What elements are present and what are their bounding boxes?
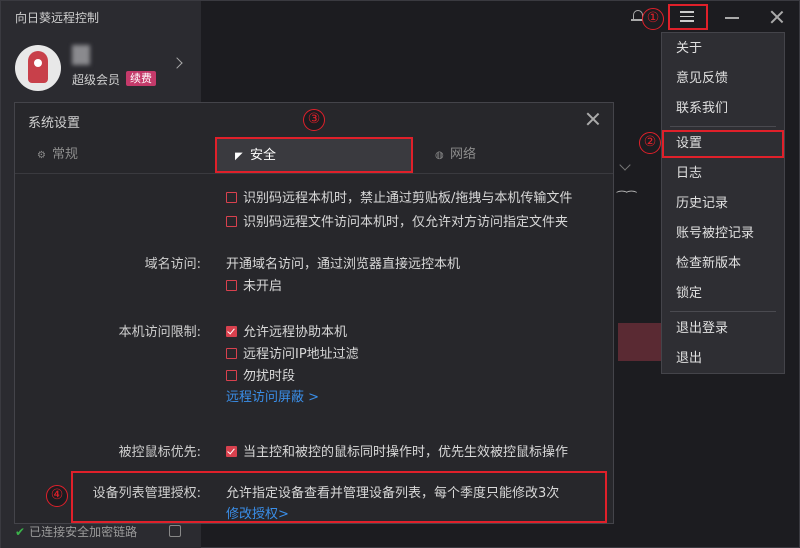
domain-access-option[interactable]: 未开启 [226, 275, 282, 294]
menu-item-exit[interactable]: 退出 [662, 345, 784, 373]
menu-button[interactable] [668, 4, 708, 30]
allow-assist-option[interactable]: 允许远程协助本机 [226, 321, 347, 340]
remote-access-mask-link[interactable]: 远程访问屏蔽 > [226, 386, 319, 405]
chevron-right-icon[interactable] [171, 57, 183, 69]
checkbox[interactable] [226, 280, 237, 291]
checkbox[interactable] [226, 348, 237, 359]
device-list-auth-desc: 允许指定设备查看并管理设备列表，每个季度只能修改3次 [226, 486, 560, 501]
menu-item-history[interactable]: 历史记录 [662, 190, 784, 218]
menu-item-check-update[interactable]: 检查新版本 [662, 250, 784, 278]
tab-security-label: 安全 [250, 148, 277, 163]
avatar[interactable] [15, 45, 61, 91]
tab-general-label: 常规 [52, 147, 79, 162]
connection-status: ✔ 已连接安全加密链路 [15, 523, 137, 540]
menu-item-contact[interactable]: 联系我们 [662, 95, 784, 123]
app-title: 向日葵远程控制 [15, 11, 100, 25]
minimize-button[interactable] [725, 17, 739, 19]
dropdown-menu: 关于 意见反馈 联系我们 设置 日志 历史记录 账号被控记录 检查新版本 锁定 … [661, 32, 785, 374]
checkbox-checked[interactable] [226, 326, 237, 337]
dialog-title: 系统设置 [28, 116, 81, 131]
chevron-down-icon[interactable] [619, 159, 631, 171]
step-marker-4: ④ [46, 485, 68, 507]
option-label: 当主控和被控的鼠标同时操作时，优先生效被控鼠标操作 [243, 445, 569, 460]
settings-tabs: ⚙ 常规 ◤ 安全 ◍ 网络 [15, 136, 613, 174]
tab-network[interactable]: ◍ 网络 [435, 136, 476, 174]
option-label: 未开启 [243, 279, 283, 294]
menu-divider [670, 126, 776, 127]
gear-icon: ⚙ [37, 150, 46, 161]
checkbox[interactable] [226, 192, 237, 203]
option-label: 勿扰时段 [243, 369, 296, 384]
settings-dialog: 系统设置 ⚙ 常规 ◤ 安全 ◍ 网络 识别码远程本机时，禁止通过剪贴板/拖拽与本机传… [14, 102, 614, 524]
option-label: 识别码远程文件访问本机时，仅允许对方访问指定文件夹 [243, 215, 569, 230]
menu-divider [670, 311, 776, 312]
checkbox[interactable] [226, 216, 237, 227]
option-label: 允许远程协助本机 [243, 325, 348, 340]
dialog-close-button[interactable] [585, 111, 601, 127]
checkbox-checked[interactable] [226, 446, 237, 457]
connection-status-text: 已连接安全加密链路 [29, 525, 138, 539]
security-settings-content: 识别码远程本机时，禁止通过剪贴板/拖拽与本机传输文件 识别码远程文件访问本机时，… [15, 175, 613, 523]
mouse-priority-option[interactable]: 当主控和被控的鼠标同时操作时，优先生效被控鼠标操作 [226, 441, 568, 460]
step-marker-3: ③ [303, 109, 325, 131]
status-info-icon[interactable] [169, 525, 181, 537]
modify-auth-link[interactable]: 修改授权> [226, 503, 289, 522]
close-window-button[interactable] [769, 9, 785, 25]
hamburger-icon [680, 11, 694, 23]
tab-general[interactable]: ⚙ 常规 [37, 136, 78, 174]
step-marker-2: ② [639, 132, 661, 154]
option-label: 远程访问IP地址过滤 [243, 347, 359, 362]
step-marker-1: ① [642, 8, 664, 30]
globe-icon: ◍ [435, 150, 444, 161]
menu-item-settings[interactable]: 设置 [662, 130, 784, 158]
shield-check-icon: ✔ [15, 525, 26, 539]
user-name-redacted [72, 45, 90, 65]
menu-item-controlled-records[interactable]: 账号被控记录 [662, 220, 784, 248]
menu-item-logout[interactable]: 退出登录 [662, 315, 784, 343]
access-restriction-label: 本机访问限制: [118, 325, 201, 340]
menu-item-feedback[interactable]: 意见反馈 [662, 65, 784, 93]
clipboard-transfer-option[interactable]: 识别码远程本机时，禁止通过剪贴板/拖拽与本机传输文件 [226, 187, 572, 206]
ip-filter-option[interactable]: 远程访问IP地址过滤 [226, 343, 359, 362]
menu-item-log[interactable]: 日志 [662, 160, 784, 188]
tab-security[interactable]: ◤ 安全 [215, 137, 413, 173]
tab-network-label: 网络 [450, 147, 477, 162]
checkbox[interactable] [226, 370, 237, 381]
dnd-option[interactable]: 勿扰时段 [226, 365, 295, 384]
shield-icon: ◤ [235, 151, 243, 162]
menu-item-lock[interactable]: 锁定 [662, 280, 784, 308]
menu-item-about[interactable]: 关于 [662, 35, 784, 63]
device-list-auth-label: 设备列表管理授权: [92, 486, 201, 501]
domain-access-desc: 开通域名访问，通过浏览器直接远控本机 [226, 257, 461, 272]
eye-hidden-icon[interactable]: ⁀⁀ [617, 191, 636, 205]
option-label: 识别码远程本机时，禁止通过剪贴板/拖拽与本机传输文件 [243, 191, 573, 206]
renew-badge[interactable]: 续费 [126, 71, 156, 86]
domain-access-label: 域名访问: [144, 257, 201, 272]
file-access-option[interactable]: 识别码远程文件访问本机时，仅允许对方访问指定文件夹 [226, 211, 568, 230]
vip-label: 超级会员 [72, 73, 121, 87]
mouse-priority-label: 被控鼠标优先: [118, 445, 201, 460]
